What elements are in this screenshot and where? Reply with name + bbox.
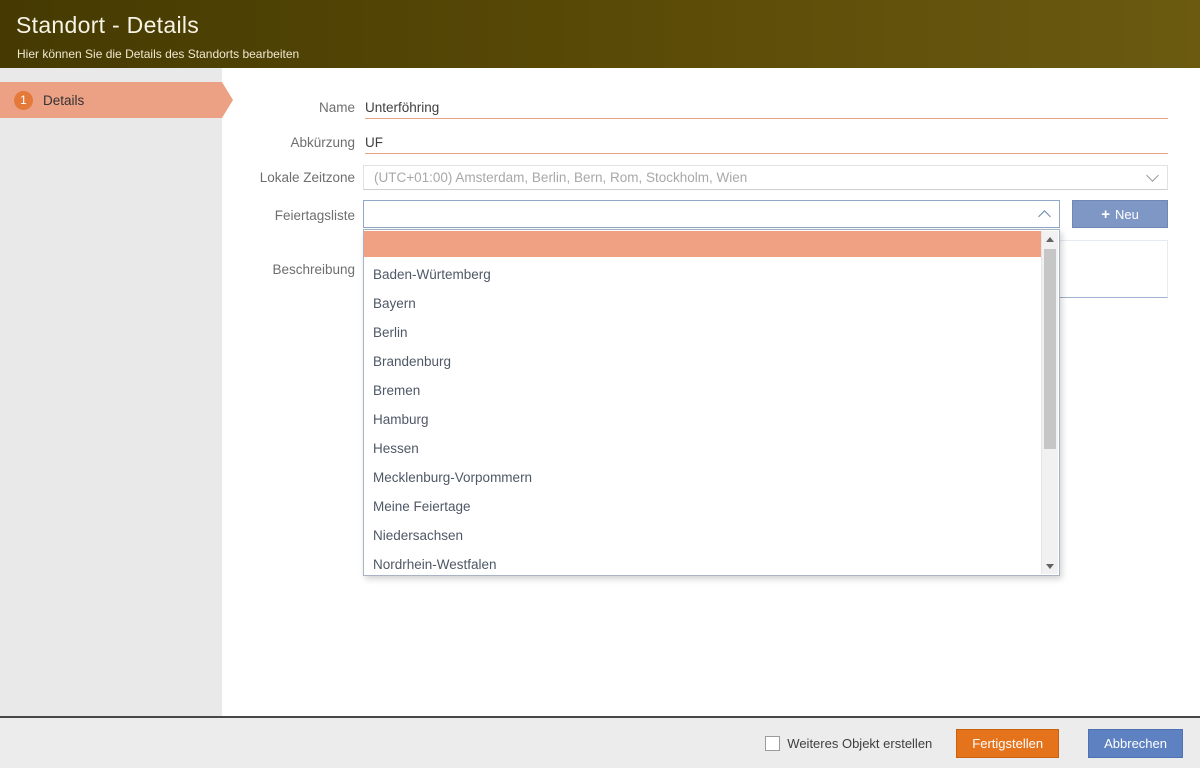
dropdown-item[interactable]: Meine Feiertage [364, 492, 1042, 521]
chevron-up-icon [1038, 210, 1051, 223]
dropdown-item[interactable]: Brandenburg [364, 347, 1042, 376]
cancel-button[interactable]: Abbrechen [1088, 729, 1183, 758]
description-label: Beschreibung [235, 262, 355, 277]
finish-button[interactable]: Fertigstellen [956, 729, 1059, 758]
holiday-list-select[interactable] [363, 200, 1060, 228]
dropdown-item[interactable]: Berlin [364, 318, 1042, 347]
step-number-badge: 1 [14, 91, 33, 110]
standort-details-window: Standort - Details Hier können Sie die D… [0, 0, 1200, 768]
tab-details-label: Details [43, 93, 84, 108]
dropdown-item[interactable]: Niedersachsen [364, 521, 1042, 550]
dropdown-item[interactable]: Nordrhein-Westfalen [364, 550, 1042, 574]
dropdown-item[interactable]: Baden-Würtemberg [364, 260, 1042, 289]
timezone-label: Lokale Zeitzone [235, 170, 355, 185]
scroll-down-button[interactable] [1042, 558, 1058, 574]
dropdown-item[interactable]: Bremen [364, 376, 1042, 405]
footer-bar: Weiteres Objekt erstellen Fertigstellen … [0, 716, 1200, 768]
scrollbar-thumb[interactable] [1044, 249, 1056, 449]
dropdown-item[interactable]: Bayern [364, 289, 1042, 318]
create-another-checkbox-group[interactable]: Weiteres Objekt erstellen [765, 736, 932, 751]
create-another-label: Weiteres Objekt erstellen [787, 736, 932, 751]
holiday-list-label: Feiertagsliste [235, 208, 355, 223]
abbreviation-label: Abkürzung [235, 135, 355, 150]
dropdown-scrollbar[interactable] [1041, 231, 1058, 574]
dropdown-item[interactable] [364, 231, 1042, 257]
tab-details[interactable]: 1 Details [0, 82, 222, 118]
header: Standort - Details Hier können Sie die D… [0, 0, 1200, 68]
plus-icon: + [1101, 207, 1110, 222]
dropdown-item[interactable]: Hamburg [364, 405, 1042, 434]
triangle-down-icon [1046, 564, 1054, 569]
name-input[interactable] [365, 96, 1168, 119]
new-button-label: Neu [1115, 207, 1139, 222]
dropdown-item[interactable]: Hessen [364, 434, 1042, 463]
name-label: Name [235, 100, 355, 115]
chevron-down-icon [1146, 169, 1159, 182]
holiday-dropdown-panel: Baden-WürtembergBayernBerlinBrandenburgB… [363, 229, 1060, 576]
dropdown-item[interactable]: Mecklenburg-Vorpommern [364, 463, 1042, 492]
timezone-value: (UTC+01:00) Amsterdam, Berlin, Bern, Rom… [374, 170, 1148, 185]
abbreviation-input[interactable] [365, 131, 1168, 154]
timezone-select[interactable]: (UTC+01:00) Amsterdam, Berlin, Bern, Rom… [363, 165, 1168, 190]
page-subtitle: Hier können Sie die Details des Standort… [17, 47, 299, 61]
tab-arrow-decoration [222, 82, 233, 118]
page-title: Standort - Details [16, 12, 199, 39]
holiday-dropdown-list: Baden-WürtembergBayernBerlinBrandenburgB… [364, 231, 1042, 574]
sidebar: 1 Details [0, 68, 222, 716]
scroll-up-button[interactable] [1042, 231, 1058, 247]
triangle-up-icon [1046, 237, 1054, 242]
new-holiday-list-button[interactable]: + Neu [1072, 200, 1168, 228]
create-another-checkbox[interactable] [765, 736, 780, 751]
